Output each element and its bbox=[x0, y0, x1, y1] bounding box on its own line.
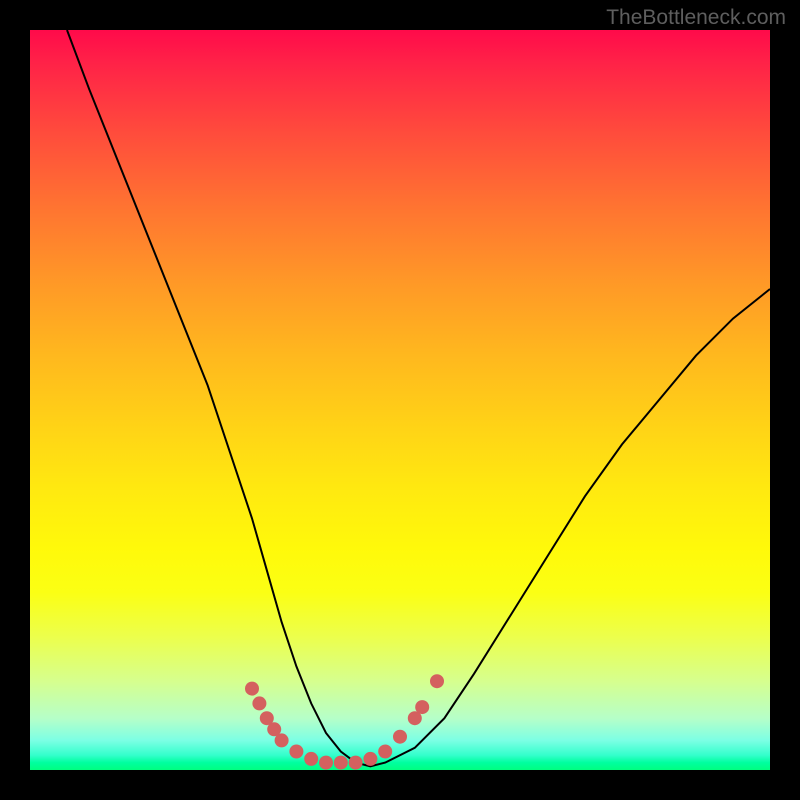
chart-plot-area bbox=[30, 30, 770, 770]
curve-marker bbox=[415, 700, 429, 714]
curve-marker bbox=[275, 733, 289, 747]
curve-marker bbox=[378, 745, 392, 759]
watermark-text: TheBottleneck.com bbox=[606, 6, 786, 30]
curve-marker bbox=[245, 682, 259, 696]
curve-marker bbox=[319, 756, 333, 770]
chart-svg bbox=[30, 30, 770, 770]
curve-marker bbox=[363, 752, 377, 766]
curve-marker bbox=[334, 756, 348, 770]
bottleneck-curve bbox=[67, 30, 770, 766]
curve-marker bbox=[252, 696, 266, 710]
curve-marker bbox=[289, 745, 303, 759]
curve-marker bbox=[430, 674, 444, 688]
curve-marker bbox=[349, 756, 363, 770]
curve-marker bbox=[393, 730, 407, 744]
curve-marker bbox=[304, 752, 318, 766]
